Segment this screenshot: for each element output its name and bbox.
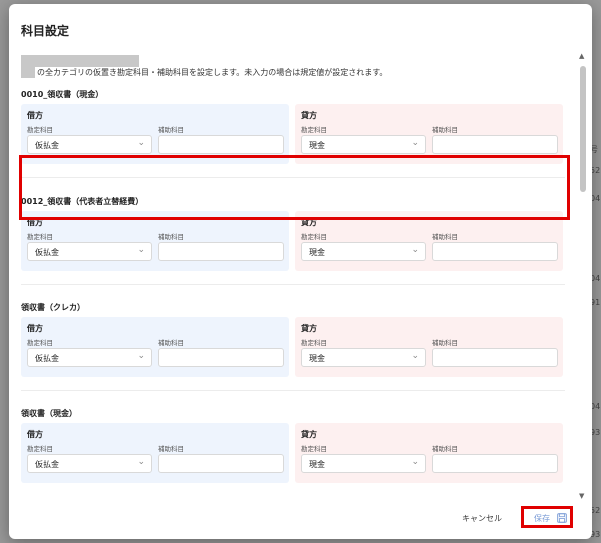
sub-account-label: 補助科目 (158, 339, 184, 347)
credit-title: 貸方 (301, 218, 317, 227)
select-value: 仮払金 (35, 248, 59, 257)
credit-sub-account-input[interactable] (432, 454, 558, 473)
modal-content: の全カテゴリの仮置き勘定科目・補助科目を設定します。未入力の場合は規定値が設定さ… (9, 52, 577, 500)
debit-title: 借方 (27, 218, 43, 227)
credit-panel: 貸方 勘定科目 補助科目 現金 ⌄ (295, 211, 563, 271)
account-label: 勘定科目 (27, 126, 53, 134)
sub-account-label: 補助科目 (158, 445, 184, 453)
credit-title: 貸方 (301, 324, 317, 333)
save-label: 保存 (534, 514, 550, 523)
sub-account-label: 補助科目 (432, 339, 458, 347)
chevron-down-icon: ⌄ (137, 457, 145, 467)
account-label: 勘定科目 (301, 445, 327, 453)
credit-sub-account-input[interactable] (432, 348, 558, 367)
vertical-scrollbar[interactable]: ▲ ▼ (578, 52, 588, 500)
cancel-button[interactable]: キャンセル (462, 513, 502, 524)
scrollbar-thumb[interactable] (580, 66, 586, 192)
credit-account-select[interactable]: 現金 ⌄ (301, 454, 426, 473)
redacted-text (21, 67, 35, 78)
select-value: 仮払金 (35, 354, 59, 363)
select-value: 現金 (309, 460, 325, 469)
credit-title: 貸方 (301, 111, 317, 120)
credit-title: 貸方 (301, 430, 317, 439)
section-divider (21, 284, 565, 285)
save-icon (557, 513, 567, 523)
credit-panel: 貸方 勘定科目 補助科目 現金 ⌄ (295, 317, 563, 377)
credit-sub-account-input[interactable] (432, 135, 558, 154)
debit-title: 借方 (27, 111, 43, 120)
debit-panel: 借方 勘定科目 補助科目 仮払金 ⌄ (21, 211, 289, 271)
debit-panel: 借方 勘定科目 補助科目 仮払金 ⌄ (21, 104, 289, 164)
category-title: 領収書（現金） (21, 409, 77, 418)
account-label: 勘定科目 (301, 339, 327, 347)
chevron-down-icon: ⌄ (411, 138, 419, 148)
chevron-down-icon: ⌄ (411, 245, 419, 255)
debit-account-select[interactable]: 仮払金 ⌄ (27, 135, 152, 154)
credit-sub-account-input[interactable] (432, 242, 558, 261)
select-value: 現金 (309, 354, 325, 363)
account-label: 勘定科目 (301, 126, 327, 134)
chevron-down-icon: ⌄ (137, 138, 145, 148)
credit-panel: 貸方 勘定科目 補助科目 現金 ⌄ (295, 423, 563, 483)
category-title: 領収書（クレカ） (21, 303, 85, 312)
chevron-down-icon: ⌄ (411, 457, 419, 467)
sub-account-label: 補助科目 (432, 233, 458, 241)
credit-account-select[interactable]: 現金 ⌄ (301, 242, 426, 261)
credit-account-select[interactable]: 現金 ⌄ (301, 348, 426, 367)
debit-sub-account-input[interactable] (158, 242, 284, 261)
select-value: 現金 (309, 141, 325, 150)
sub-account-label: 補助科目 (158, 233, 184, 241)
debit-panel: 借方 勘定科目 補助科目 仮払金 ⌄ (21, 317, 289, 377)
modal-footer: キャンセル 保存 (9, 500, 592, 539)
chevron-down-icon: ⌄ (137, 245, 145, 255)
select-value: 現金 (309, 248, 325, 257)
section-divider (21, 390, 565, 391)
debit-account-select[interactable]: 仮払金 ⌄ (27, 454, 152, 473)
credit-panel: 貸方 勘定科目 補助科目 現金 ⌄ (295, 104, 563, 164)
sub-account-label: 補助科目 (158, 126, 184, 134)
category-title: 0012_領収書（代表者立替経費） (21, 197, 144, 206)
chevron-down-icon: ⌄ (137, 351, 145, 361)
account-label: 勘定科目 (301, 233, 327, 241)
account-label: 勘定科目 (27, 233, 53, 241)
sub-account-label: 補助科目 (432, 126, 458, 134)
select-value: 仮払金 (35, 141, 59, 150)
debit-panel: 借方 勘定科目 補助科目 仮払金 ⌄ (21, 423, 289, 483)
debit-title: 借方 (27, 324, 43, 333)
save-button[interactable]: 保存 (521, 506, 573, 528)
scroll-down-icon[interactable]: ▼ (579, 492, 584, 500)
modal-title: 科目設定 (21, 24, 70, 38)
redacted-text (21, 55, 139, 67)
debit-account-select[interactable]: 仮払金 ⌄ (27, 348, 152, 367)
debit-sub-account-input[interactable] (158, 454, 284, 473)
scroll-up-icon[interactable]: ▲ (579, 52, 584, 60)
debit-sub-account-input[interactable] (158, 135, 284, 154)
debit-sub-account-input[interactable] (158, 348, 284, 367)
account-label: 勘定科目 (27, 339, 53, 347)
select-value: 仮払金 (35, 460, 59, 469)
sub-account-label: 補助科目 (432, 445, 458, 453)
account-label: 勘定科目 (27, 445, 53, 453)
account-settings-modal: 科目設定 の全カテゴリの仮置き勘定科目・補助科目を設定します。未入力の場合は規定… (9, 4, 592, 539)
modal-description: の全カテゴリの仮置き勘定科目・補助科目を設定します。未入力の場合は規定値が設定さ… (37, 68, 388, 77)
category-title: 0010_領収書（現金） (21, 90, 104, 99)
debit-account-select[interactable]: 仮払金 ⌄ (27, 242, 152, 261)
section-divider (21, 177, 565, 178)
chevron-down-icon: ⌄ (411, 351, 419, 361)
debit-title: 借方 (27, 430, 43, 439)
credit-account-select[interactable]: 現金 ⌄ (301, 135, 426, 154)
